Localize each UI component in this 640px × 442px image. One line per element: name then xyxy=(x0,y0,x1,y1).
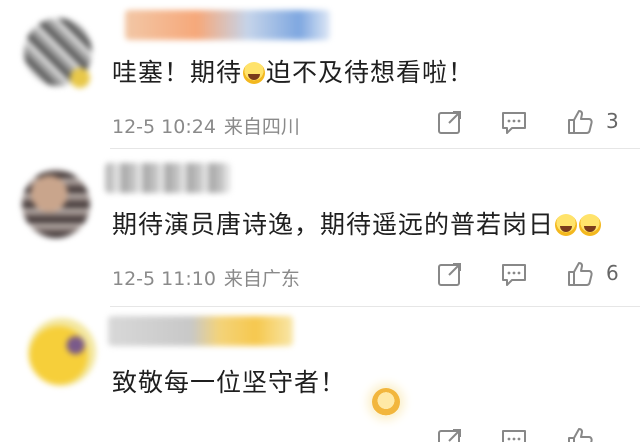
comment-text-part: 哇塞！期待 xyxy=(112,58,243,87)
thumbs-up-icon[interactable] xyxy=(566,260,594,288)
comment-text: 致敬每一位坚守者！ xyxy=(112,368,346,398)
like-count: 6 xyxy=(606,261,619,285)
comment-meta: 12-5 11:10 来自广东 xyxy=(112,264,300,291)
comment-icon[interactable] xyxy=(500,260,528,288)
comment-text-part: 致敬每一位坚守者！ xyxy=(112,368,347,397)
avatar-badge xyxy=(70,68,90,88)
comment-location: 来自广东 xyxy=(223,268,300,290)
comment-icon[interactable] xyxy=(500,108,528,136)
avatar[interactable] xyxy=(28,318,96,386)
comment-text: 哇塞！期待 迫不及待想看啦！ xyxy=(112,58,474,88)
thumbs-up-icon[interactable] xyxy=(566,108,594,136)
comment-meta: 12-5 10:24 来自四川 xyxy=(112,112,300,139)
screaming-emoji-icon xyxy=(579,214,602,236)
share-icon[interactable] xyxy=(436,426,464,442)
username-blurred[interactable] xyxy=(125,10,330,40)
screaming-emoji-icon xyxy=(555,214,578,236)
username-blurred[interactable] xyxy=(108,316,293,346)
like-count: 3 xyxy=(606,109,619,133)
avatar[interactable] xyxy=(24,18,92,88)
comment-actions: 6 xyxy=(436,260,636,288)
share-icon[interactable] xyxy=(436,108,464,136)
comment-text-part: 迫不及待想看啦！ xyxy=(266,58,475,87)
comment-icon[interactable] xyxy=(500,426,528,442)
comment-location: 来自四川 xyxy=(223,116,300,138)
comment-feed: 哇塞！期待 迫不及待想看啦！ 12-5 10:24 来自四川 3 期待演员唐诗逸，期… xyxy=(0,0,640,442)
avatar[interactable] xyxy=(22,170,90,238)
comment-actions xyxy=(436,426,636,442)
comment-time: 12-5 10:24 xyxy=(112,116,216,138)
laughing-emoji-icon xyxy=(243,62,266,84)
thumbs-up-icon[interactable] xyxy=(566,426,594,442)
gold-badge-icon xyxy=(372,388,400,416)
comment-text-part: 期待演员唐诗逸，期待遥远的普若岗日 xyxy=(112,210,555,239)
username-blurred[interactable] xyxy=(105,163,230,193)
comment-text: 期待演员唐诗逸，期待遥远的普若岗日 xyxy=(112,210,602,240)
comment-actions: 3 xyxy=(436,108,636,136)
share-icon[interactable] xyxy=(436,260,464,288)
comment-time: 12-5 11:10 xyxy=(112,268,216,290)
